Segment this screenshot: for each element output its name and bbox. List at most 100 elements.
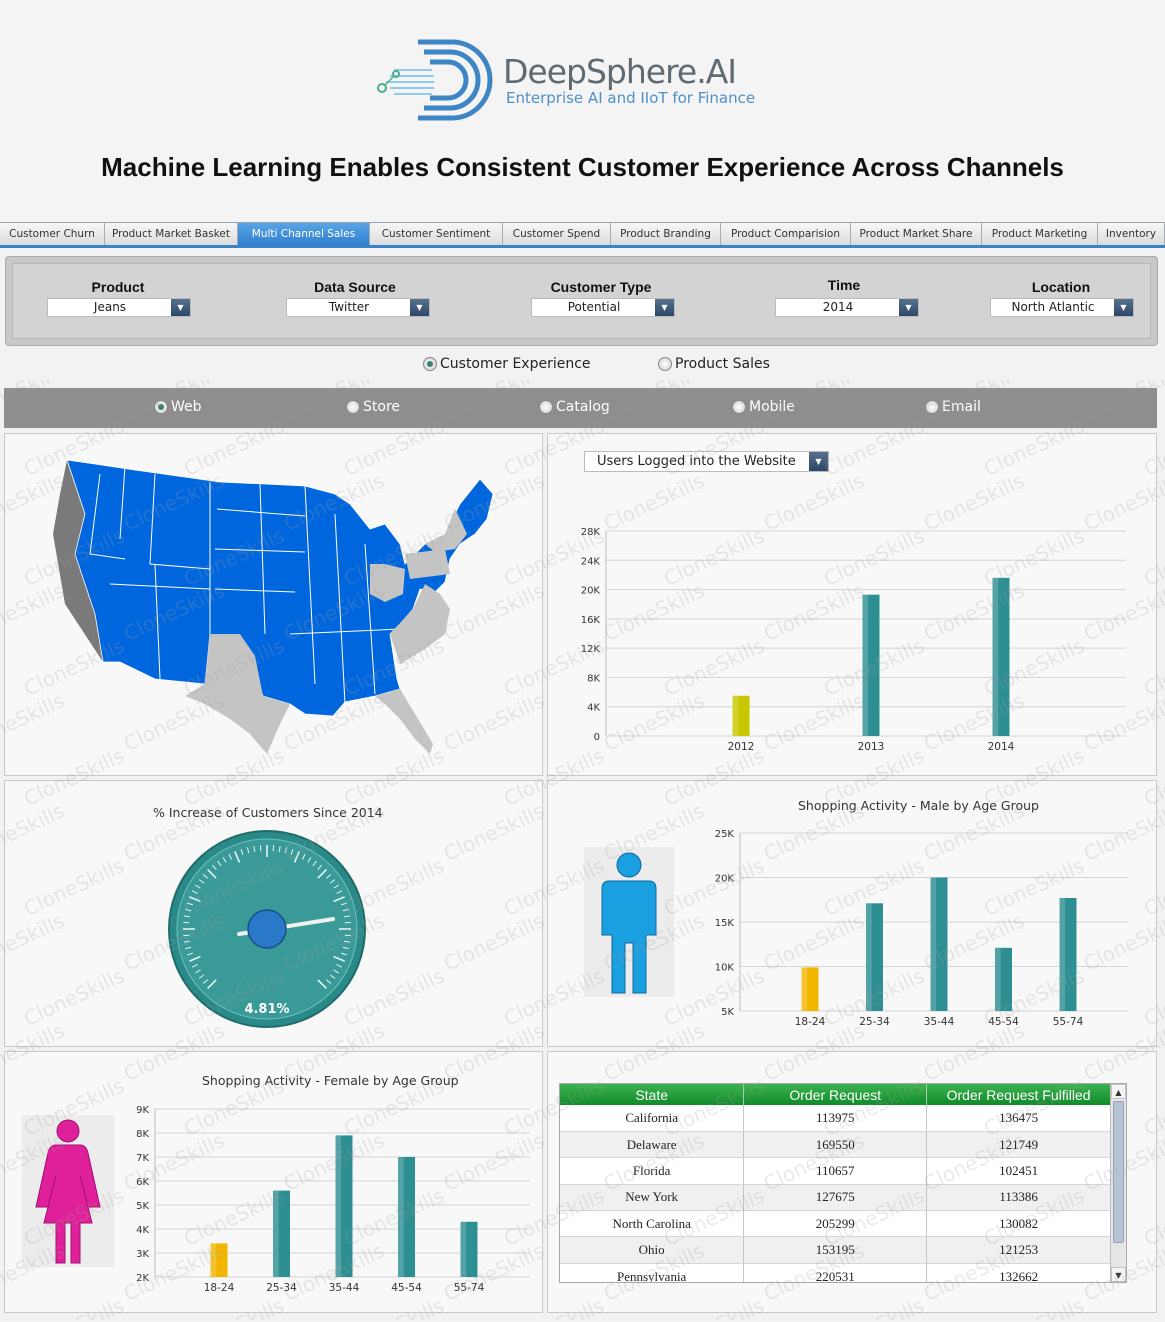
tab-product-market-basket[interactable]: Product Market Basket — [105, 223, 238, 245]
location-dropdown[interactable]: North Atlantic ▼ — [990, 298, 1134, 317]
y-tick-label: 8K — [136, 1129, 149, 1140]
tab-product-marketing[interactable]: Product Marketing — [982, 223, 1098, 245]
female-chart-title: Shopping Activity - Female by Age Group — [202, 1073, 459, 1088]
metric-value: Users Logged into the Website — [597, 454, 796, 469]
product-dropdown[interactable]: Jeans ▼ — [47, 298, 191, 317]
chevron-down-icon[interactable]: ▼ — [1114, 299, 1133, 316]
cell-order-request: 110657 — [743, 1157, 928, 1185]
table-row[interactable]: New York 127675 113386 — [560, 1184, 1111, 1212]
y-tick-label: 10K — [715, 963, 735, 974]
metric-dropdown[interactable]: Users Logged into the Website ▼ — [584, 451, 829, 472]
tab-customer-sentiment[interactable]: Customer Sentiment — [370, 223, 503, 245]
channel-email[interactable]: Email — [925, 399, 981, 415]
cell-state: Florida — [560, 1157, 745, 1185]
map-pennsylvania[interactable] — [405, 549, 450, 579]
x-tick-label: 25-34 — [266, 1282, 297, 1294]
location-value: North Atlantic — [1011, 300, 1095, 314]
col-state[interactable]: State — [560, 1084, 745, 1105]
table-scrollbar[interactable]: ▲ ▼ — [1110, 1084, 1126, 1282]
tab-product-branding[interactable]: Product Branding — [611, 223, 721, 245]
col-order-fulfilled[interactable]: Order Request Fulfilled — [926, 1084, 1111, 1105]
gauge-panel: % Increase of Customers Since 2014 4.81% — [4, 780, 543, 1047]
cell-order-fulfilled: 102451 — [926, 1157, 1111, 1185]
radio-unselected-icon[interactable] — [925, 400, 939, 414]
tab-customer-churn[interactable]: Customer Churn — [0, 223, 105, 245]
cell-order-fulfilled: 132662 — [926, 1263, 1111, 1282]
filter-panel: Product Jeans ▼ Data Source Twitter ▼ Cu… — [5, 256, 1158, 346]
y-tick-label: 5K — [136, 1201, 149, 1212]
chevron-down-icon[interactable]: ▼ — [655, 299, 674, 316]
radio-unselected-icon[interactable] — [732, 400, 746, 414]
table-row[interactable]: Delaware 169550 121749 — [560, 1131, 1111, 1159]
time-dropdown[interactable]: 2014 ▼ — [775, 298, 919, 317]
cell-state: New York — [560, 1184, 745, 1212]
tab-product-market-share[interactable]: Product Market Share — [851, 223, 982, 245]
channel-mobile[interactable]: Mobile — [732, 399, 795, 415]
gauge-title: % Increase of Customers Since 2014 — [153, 805, 383, 820]
channel-catalog[interactable]: Catalog — [539, 399, 610, 415]
scroll-thumb[interactable] — [1113, 1101, 1124, 1243]
table-row[interactable]: North Carolina 205299 130082 — [560, 1210, 1111, 1238]
chevron-down-icon[interactable]: ▼ — [171, 299, 190, 316]
x-tick-label: 35-44 — [329, 1282, 360, 1294]
y-tick-label: 8K — [587, 673, 600, 684]
map-florida[interactable] — [375, 689, 433, 754]
channel-store[interactable]: Store — [346, 399, 400, 415]
radio-selected-icon[interactable] — [423, 357, 437, 371]
cell-order-fulfilled: 121253 — [926, 1236, 1111, 1264]
table-row[interactable]: Florida 110657 102451 — [560, 1157, 1111, 1185]
tab-multi-channel-sales[interactable]: Multi Channel Sales — [238, 223, 370, 245]
data-source-label: Data Source — [314, 279, 396, 295]
male-activity-panel: Shopping Activity - Male by Age Group 5K… — [547, 780, 1157, 1047]
gauge-hub — [247, 909, 287, 949]
table-row[interactable]: California 113975 136475 — [560, 1105, 1111, 1132]
gauge-chart: 4.81% — [168, 830, 366, 1028]
cell-order-request: 220531 — [743, 1263, 928, 1282]
location-label: Location — [1031, 279, 1091, 295]
col-order-request[interactable]: Order Request — [743, 1084, 928, 1105]
bar-highlight — [866, 903, 872, 1011]
chevron-down-icon[interactable]: ▼ — [809, 452, 828, 471]
cell-order-fulfilled: 130082 — [926, 1210, 1111, 1238]
customer-type-dropdown[interactable]: Potential ▼ — [531, 298, 675, 317]
radio-customer-experience[interactable]: Customer Experience — [423, 356, 591, 372]
radio-selected-icon[interactable] — [154, 400, 168, 414]
x-tick-label: 55-74 — [1053, 1016, 1084, 1028]
channel-web-label: Web — [171, 399, 202, 415]
cell-order-request: 169550 — [743, 1131, 928, 1159]
scroll-up-icon[interactable]: ▲ — [1111, 1084, 1126, 1099]
bar-highlight — [398, 1157, 404, 1277]
scroll-down-icon[interactable]: ▼ — [1111, 1267, 1126, 1282]
chevron-down-icon[interactable]: ▼ — [410, 299, 429, 316]
page-title: Machine Learning Enables Consistent Cust… — [101, 152, 1064, 182]
male-chart-title: Shopping Activity - Male by Age Group — [798, 798, 1039, 813]
tab-customer-spend[interactable]: Customer Spend — [503, 223, 611, 245]
table-row[interactable]: Pennsylvania 220531 132662 — [560, 1263, 1111, 1282]
y-tick-label: 20K — [581, 586, 601, 597]
orders-table: State Order Request Order Request Fulfil… — [559, 1083, 1127, 1283]
channel-web[interactable]: Web — [154, 399, 202, 415]
table-row[interactable]: Ohio 153195 121253 — [560, 1236, 1111, 1264]
bar-highlight — [801, 967, 808, 1011]
radio-unselected-icon[interactable] — [346, 400, 360, 414]
bar-highlight — [732, 695, 739, 736]
us-map-panel — [4, 433, 543, 776]
gauge-value: 4.81% — [244, 1002, 289, 1017]
y-tick-label: 5K — [721, 1007, 734, 1018]
data-source-dropdown[interactable]: Twitter ▼ — [286, 298, 430, 317]
us-map[interactable] — [5, 434, 544, 777]
x-tick-label: 2012 — [728, 741, 755, 753]
radio-product-sales[interactable]: Product Sales — [658, 356, 770, 372]
channel-store-label: Store — [363, 399, 401, 415]
y-tick-label: 25K — [715, 829, 735, 840]
cell-state: California — [560, 1105, 745, 1132]
radio-unselected-icon[interactable] — [658, 357, 672, 371]
tab-inventory[interactable]: Inventory — [1098, 223, 1165, 245]
y-tick-label: 2K — [136, 1273, 149, 1284]
cell-state: Delaware — [560, 1131, 745, 1159]
tab-product-comparision[interactable]: Product Comparision — [721, 223, 851, 245]
radio-product-sales-label: Product Sales — [675, 356, 770, 372]
radio-unselected-icon[interactable] — [539, 400, 553, 414]
cell-order-request: 113975 — [743, 1105, 928, 1132]
chevron-down-icon[interactable]: ▼ — [899, 299, 918, 316]
